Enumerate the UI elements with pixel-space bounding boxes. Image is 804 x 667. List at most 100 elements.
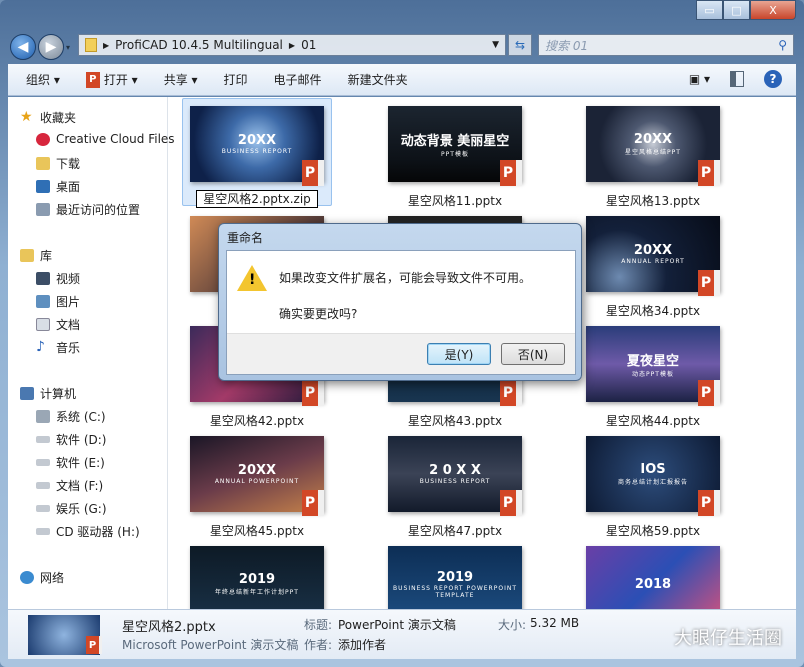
drive-icon xyxy=(36,482,50,489)
breadcrumb-item[interactable]: 01 xyxy=(301,38,316,52)
thumbnail-title: 2019 xyxy=(238,572,276,587)
status-filetype: Microsoft PowerPoint 演示文稿 xyxy=(122,638,299,652)
drive-icon xyxy=(36,436,50,443)
sidebar-item-drive-g[interactable]: 娱乐 (G:) xyxy=(36,500,178,517)
yes-button[interactable]: 是(Y) xyxy=(427,343,491,365)
sidebar-item-music[interactable]: ♪ 音乐 xyxy=(36,339,178,356)
creative-cloud-icon xyxy=(36,132,50,146)
window-controls: ▭ □ X xyxy=(696,0,796,20)
forward-button[interactable]: ▶ xyxy=(38,34,64,60)
file-item[interactable]: 2 0 X X BUSINESS REPORT P 星空风格47.pptx xyxy=(380,430,530,540)
file-item[interactable]: IOS 商务总结计划汇报报告 P 星空风格59.pptx xyxy=(578,430,728,540)
file-item[interactable]: 动态背景 美丽星空 PPT模板 P 星空风格11.pptx xyxy=(380,100,530,210)
help-icon[interactable]: ? xyxy=(764,70,782,88)
sidebar-favorites[interactable]: ★ 收藏夹 xyxy=(20,109,162,126)
chevron-right-icon[interactable]: ▶ xyxy=(289,41,295,50)
recent-pages-dropdown[interactable]: ▾ xyxy=(66,43,70,52)
sidebar-item-downloads[interactable]: 下载 xyxy=(36,155,178,172)
file-item[interactable]: 夏夜星空 动态PPT模板 P 星空风格44.pptx xyxy=(578,320,728,430)
sidebar-network[interactable]: 网络 xyxy=(20,569,162,586)
file-item[interactable]: 20XX BUSINESS REPORT P 星空风格2.pptx.zip xyxy=(182,98,332,210)
nav-buttons: ◀ ▶ ▾ xyxy=(10,34,70,60)
no-button[interactable]: 否(N) xyxy=(501,343,565,365)
status-filename: 星空风格2.pptx xyxy=(122,620,216,635)
folder-icon xyxy=(85,38,97,52)
recent-places-icon xyxy=(36,203,50,216)
sidebar-item-drive-f[interactable]: 文档 (F:) xyxy=(36,477,178,494)
powerpoint-icon: P xyxy=(500,380,522,406)
drive-icon xyxy=(36,505,50,512)
chevron-right-icon[interactable]: ▶ xyxy=(103,41,109,50)
status-author-value[interactable]: 添加作者 xyxy=(338,636,386,653)
sidebar-item-videos[interactable]: 视频 xyxy=(36,270,178,287)
organize-button[interactable]: 组织 ▾ xyxy=(26,71,60,88)
address-bar[interactable]: ▶ ProfiCAD 10.4.5 Multilingual ▶ 01 ▼ xyxy=(78,34,506,56)
sidebar-item-pictures[interactable]: 图片 xyxy=(36,293,178,310)
sidebar-item-drive-d[interactable]: 软件 (D:) xyxy=(36,431,178,448)
thumbnail-subtitle: 星空风格总结PPT xyxy=(625,149,681,156)
powerpoint-icon: P xyxy=(500,160,522,186)
status-size-label: 大小: xyxy=(498,618,527,632)
thumbnail-subtitle: PPT模板 xyxy=(441,151,469,158)
view-options-icon[interactable]: ▣ ▾ xyxy=(689,72,710,86)
sidebar-label: 系统 (C:) xyxy=(56,410,106,424)
preview-pane-icon[interactable] xyxy=(730,71,744,87)
rename-dialog: 重命名 ! 如果改变文件扩展名，可能会导致文件不可用。 确实要更改吗? 是(Y)… xyxy=(218,223,582,381)
dialog-question: 确实要更改吗? xyxy=(279,307,358,321)
sidebar-label: 最近访问的位置 xyxy=(56,203,141,217)
sidebar-label: 下载 xyxy=(56,157,81,171)
dialog-body: ! 如果改变文件扩展名，可能会导致文件不可用。 确实要更改吗? 是(Y) 否(N… xyxy=(226,250,576,375)
sidebar-item-recent[interactable]: 最近访问的位置 xyxy=(36,201,178,218)
warning-icon: ! xyxy=(237,265,267,291)
downloads-folder-icon xyxy=(36,157,50,170)
cd-drive-icon xyxy=(36,528,50,535)
file-item[interactable]: 20XX ANNUAL REPORT P 星空风格34.pptx xyxy=(578,210,728,320)
sidebar-label: 视频 xyxy=(56,272,81,286)
new-folder-button[interactable]: 新建文件夹 xyxy=(348,71,408,88)
sidebar-item-drive-e[interactable]: 软件 (E:) xyxy=(36,454,178,471)
sidebar-label: 文档 xyxy=(56,318,81,332)
print-button[interactable]: 打印 xyxy=(224,71,248,88)
email-button[interactable]: 电子邮件 xyxy=(274,71,322,88)
thumbnail-subtitle: BUSINESS REPORT xyxy=(221,148,293,155)
maximize-button[interactable]: □ xyxy=(723,0,750,20)
status-title-value[interactable]: PowerPoint 演示文稿 xyxy=(338,616,456,633)
file-item[interactable]: 20XX 星空风格总结PPT P 星空风格13.pptx xyxy=(578,100,728,210)
dialog-title: 重命名 xyxy=(227,231,264,245)
close-button[interactable]: X xyxy=(750,0,796,20)
navigation-pane: ★ 收藏夹 Creative Cloud Files 下载 桌面 最近访问的位置 … xyxy=(8,97,175,609)
music-icon: ♪ xyxy=(36,339,45,355)
sidebar-item-drive-c[interactable]: 系统 (C:) xyxy=(36,408,178,425)
dialog-message: 如果改变文件扩展名，可能会导致文件不可用。 xyxy=(279,271,532,285)
documents-icon xyxy=(36,318,50,331)
sidebar-item-desktop[interactable]: 桌面 xyxy=(36,178,178,195)
minimize-button[interactable]: ▭ xyxy=(696,0,723,20)
back-button[interactable]: ◀ xyxy=(10,34,36,60)
rename-input[interactable]: 星空风格2.pptx.zip xyxy=(196,190,318,208)
sidebar-label: CD 驱动器 (H:) xyxy=(56,525,140,539)
search-input[interactable]: 搜索 01 ⚲ xyxy=(538,34,794,56)
status-title-label: 标题: xyxy=(304,618,333,632)
file-item[interactable]: 20XX ANNUAL POWERPOINT P 星空风格45.pptx xyxy=(182,430,332,540)
open-button[interactable]: P 打开 ▾ xyxy=(85,71,138,88)
thumbnail-title: 动态背景 美丽星空 xyxy=(400,134,510,149)
breadcrumb-item[interactable]: ProfiCAD 10.4.5 Multilingual xyxy=(115,38,283,52)
sidebar-label: 软件 (D:) xyxy=(56,433,107,447)
address-dropdown-icon[interactable]: ▼ xyxy=(492,40,499,50)
sidebar-label: 软件 (E:) xyxy=(56,456,105,470)
thumbnail-subtitle: ANNUAL POWERPOINT xyxy=(214,478,300,485)
refresh-icon: ⇆ xyxy=(514,38,526,52)
powerpoint-icon: P xyxy=(302,160,324,186)
sidebar-item-documents[interactable]: 文档 xyxy=(36,316,178,333)
powerpoint-icon: P xyxy=(86,636,102,654)
thumbnail-title: IOS xyxy=(640,462,666,477)
sidebar-item-creative-cloud[interactable]: Creative Cloud Files xyxy=(36,132,178,146)
powerpoint-icon: P xyxy=(302,380,324,406)
sidebar-label: Creative Cloud Files xyxy=(56,132,175,146)
sidebar-computer[interactable]: 计算机 xyxy=(20,385,162,402)
refresh-button[interactable]: ⇆ xyxy=(508,34,532,56)
file-name: 星空风格59.pptx xyxy=(605,524,701,538)
share-button[interactable]: 共享 ▾ xyxy=(164,71,198,88)
sidebar-item-drive-h[interactable]: CD 驱动器 (H:) xyxy=(36,523,178,540)
sidebar-libraries[interactable]: 库 xyxy=(20,247,162,264)
